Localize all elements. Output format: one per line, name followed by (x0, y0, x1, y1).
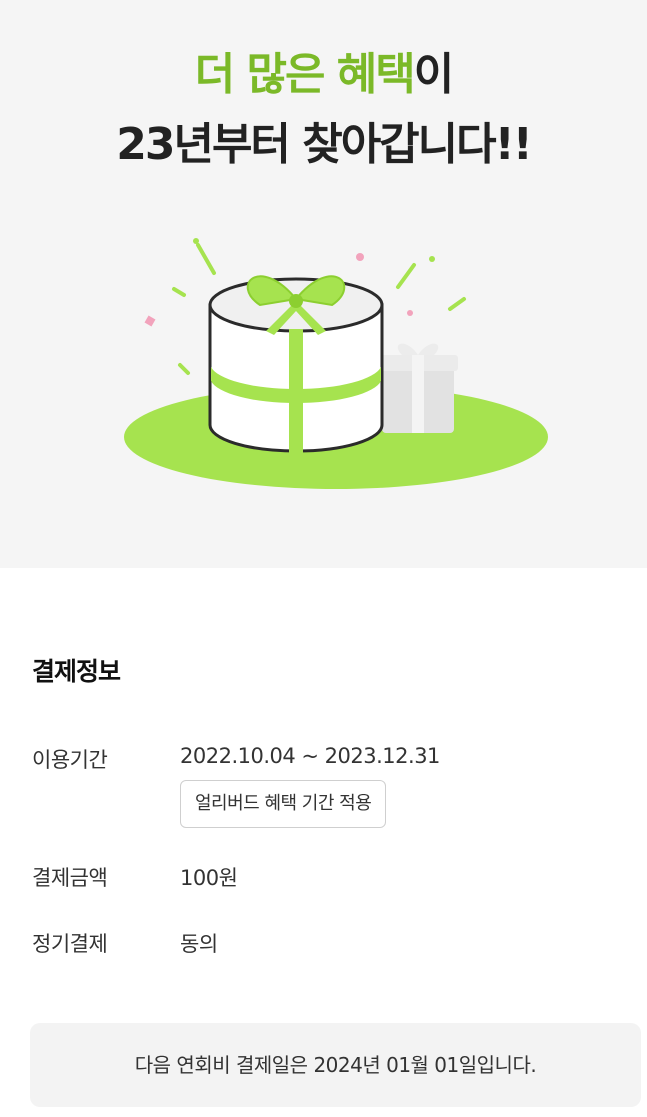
period-label: 이용기간 (32, 748, 108, 772)
hero-title: 더 많은 혜택이 23년부터 찾아갑니다!! (0, 40, 647, 180)
amount-label: 결제금액 (32, 866, 108, 890)
gift-illustration (124, 238, 548, 489)
hero-banner: 더 많은 혜택이 23년부터 찾아갑니다!! (0, 0, 647, 568)
period-value: 2022.10.04 ~ 2023.12.31 (180, 744, 440, 768)
next-payment-notice: 다음 연회비 결제일은 2024년 01월 01일입니다. (30, 1023, 641, 1107)
payment-info-title: 결제정보 (32, 657, 121, 686)
subscription-label: 정기결제 (32, 932, 108, 956)
gift-box-icon (208, 275, 384, 459)
hero-title-suffix: 이 (413, 49, 455, 100)
small-gift-icon (378, 343, 458, 433)
hero-title-line2: 23년부터 찾아갑니다!! (116, 119, 533, 170)
earlybird-badge: 얼리버드 혜택 기간 적용 (180, 780, 387, 828)
amount-value: 100원 (180, 866, 238, 890)
subscription-value: 동의 (180, 932, 218, 956)
hero-title-accent: 더 많은 혜택 (194, 49, 416, 100)
